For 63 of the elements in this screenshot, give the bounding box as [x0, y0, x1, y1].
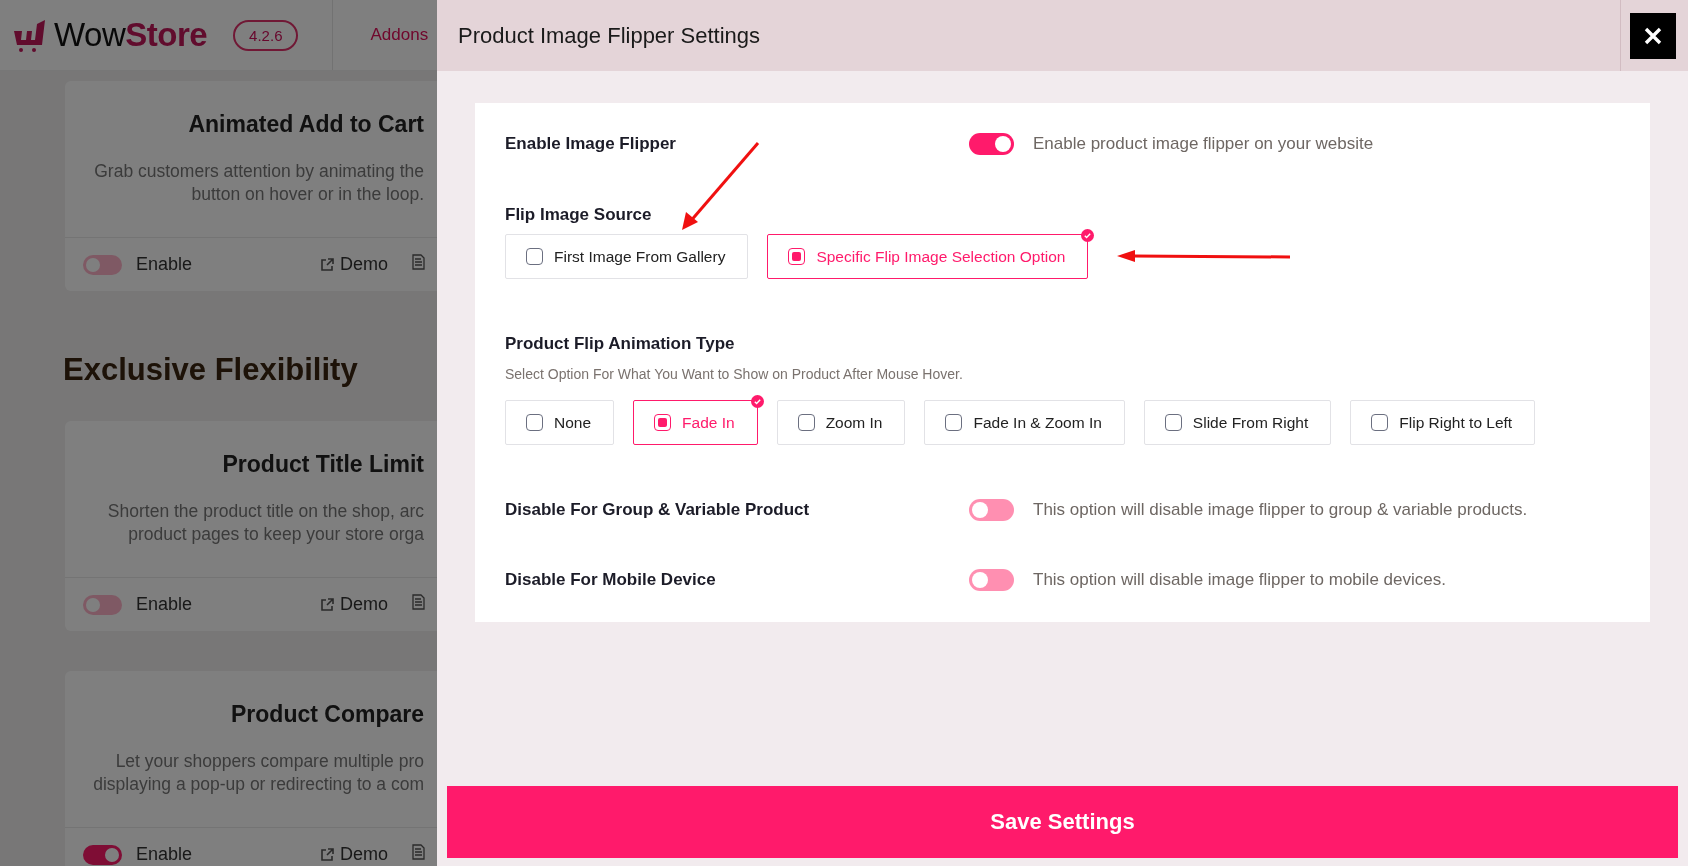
section-heading: Exclusive Flexibility: [63, 352, 359, 388]
toggle-label: Enable: [136, 844, 193, 865]
toggle-switch[interactable]: [83, 254, 122, 275]
card-description: Let your shoppers compare multiple pro: [114, 750, 424, 773]
card-title: Animated Add to Cart: [187, 111, 424, 138]
document-icon[interactable]: [412, 594, 425, 610]
save-settings-button[interactable]: Save Settings: [447, 786, 1678, 858]
checkbox[interactable]: [1164, 414, 1182, 431]
demo-link[interactable]: Demo: [320, 594, 388, 615]
setting-label: Disable For Mobile Device: [505, 570, 717, 590]
document-icon[interactable]: [412, 844, 425, 860]
setting-hint: Select Option For What You Want to Show on Product After Mouse Hover.: [505, 366, 964, 382]
option-button[interactable]: Fade In: [633, 400, 758, 445]
option-button[interactable]: Zoom In: [776, 400, 906, 445]
toggle-switch[interactable]: [969, 133, 1014, 155]
checkbox[interactable]: [1371, 414, 1389, 431]
setting-label: Flip Image Source: [505, 205, 653, 225]
option-button[interactable]: Flip Right to Left: [1350, 400, 1536, 445]
toggle-switch[interactable]: [83, 594, 122, 615]
demo-link[interactable]: Demo: [320, 844, 388, 865]
card-description: button on hover or in the loop.: [190, 183, 424, 206]
setting-label: Enable Image Flipper: [505, 134, 677, 154]
external-link-icon: [320, 257, 335, 272]
toggle-label: Enable: [136, 254, 193, 275]
cart-logo-icon: [12, 18, 46, 52]
toggle-label: Enable: [136, 594, 193, 615]
checkbox[interactable]: [526, 248, 543, 265]
setting-description: This option will disable image flipper to group & variable products.: [1033, 500, 1528, 520]
card-title: Product Compare: [230, 701, 424, 728]
option-button[interactable]: Slide From Right: [1143, 400, 1332, 445]
card-description: displaying a pop-up or redirecting to a com: [92, 773, 424, 796]
version-badge: 4.2.6: [233, 19, 299, 51]
external-link-icon: [320, 597, 335, 612]
document-icon[interactable]: [412, 254, 425, 270]
card-description: product pages to keep your store orga: [127, 523, 424, 546]
logo-wordmark: WowStore: [54, 16, 208, 54]
toggle-switch[interactable]: [83, 844, 122, 865]
card-description: Shorten the product title on the shop, arc: [106, 500, 424, 523]
check-badge-icon: [750, 395, 764, 408]
setting-description: Enable product image flipper on your website: [1033, 134, 1374, 154]
option-button[interactable]: Specific Flip Image Selection Option: [767, 234, 1089, 279]
setting-description: This option will disable image flipper to mobile devices.: [1033, 570, 1446, 590]
option-button[interactable]: None: [505, 400, 615, 445]
check-badge-icon: [1081, 229, 1095, 242]
option-button[interactable]: First Image From Gallery: [505, 234, 749, 279]
card-title: Product Title Limit: [221, 451, 424, 478]
checkbox[interactable]: [526, 414, 543, 431]
card-description: Grab customers attention by animating the: [93, 160, 424, 183]
external-link-icon: [320, 847, 335, 862]
checkbox[interactable]: [797, 414, 815, 431]
checkbox[interactable]: [945, 414, 963, 431]
toggle-switch[interactable]: [969, 499, 1014, 521]
demo-link[interactable]: Demo: [320, 254, 388, 275]
nav-link[interactable]: Addons: [370, 25, 429, 45]
option-button[interactable]: Fade In & Zoom In: [924, 400, 1125, 445]
close-button[interactable]: [1630, 12, 1676, 59]
drawer-title: Product Image Flipper Settings: [458, 22, 762, 49]
setting-label: Disable For Group & Variable Product: [505, 500, 811, 520]
checkbox[interactable]: [654, 414, 672, 431]
setting-label: Product Flip Animation Type: [505, 334, 736, 354]
close-icon: [1644, 26, 1662, 45]
checkbox[interactable]: [788, 248, 806, 265]
toggle-switch[interactable]: [969, 569, 1014, 591]
